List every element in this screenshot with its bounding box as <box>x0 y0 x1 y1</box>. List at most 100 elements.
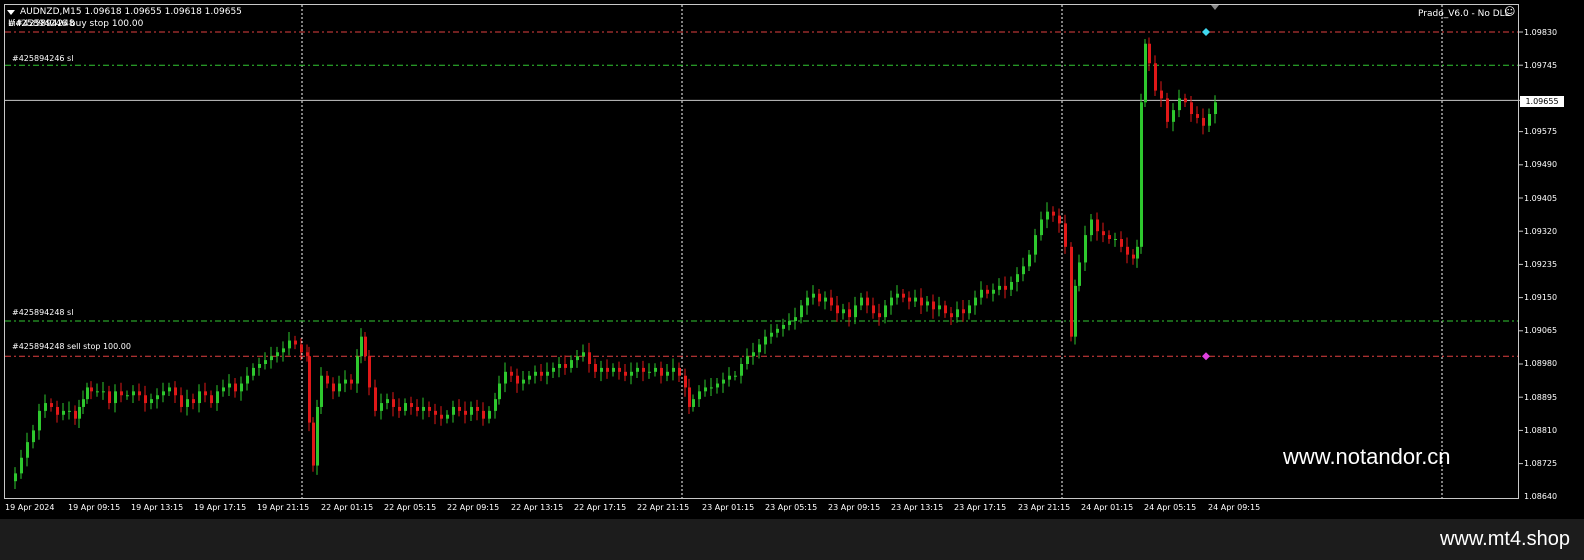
candle-body <box>588 352 591 364</box>
candle-body <box>1070 246 1073 337</box>
candle-body <box>138 391 141 396</box>
candle-body <box>1034 235 1037 255</box>
candle-body <box>1140 102 1143 247</box>
candle-body <box>234 383 237 392</box>
candle-body <box>410 403 413 407</box>
candle-body <box>1074 285 1077 337</box>
candle-body <box>14 473 17 482</box>
candle-body <box>422 406 425 411</box>
candle-body <box>132 391 135 396</box>
sell-stop-marker-icon <box>1202 352 1210 361</box>
dropdown-triangle-icon[interactable] <box>7 10 15 15</box>
candle-body <box>96 391 99 393</box>
candle-body <box>44 403 47 411</box>
candle-body <box>992 289 995 294</box>
candle-body <box>986 289 989 294</box>
candle-body <box>672 367 675 372</box>
candle-body <box>74 410 77 419</box>
candle-body <box>962 309 965 314</box>
candle-body <box>120 391 123 396</box>
candle-body <box>740 364 743 376</box>
candle-body <box>1126 246 1129 255</box>
candle-body <box>612 367 615 372</box>
price-tick: 1.09575 <box>1524 127 1558 136</box>
candle-body <box>186 399 189 407</box>
price-tick: 1.09235 <box>1524 260 1558 269</box>
candle-body <box>246 375 249 384</box>
time-tick: 22 Apr 01:15 <box>321 503 374 512</box>
price-tick: 1.09405 <box>1524 194 1558 203</box>
candle-body <box>210 395 213 404</box>
candle-body <box>440 414 443 419</box>
candle-body <box>782 324 785 329</box>
time-tick: 23 Apr 05:15 <box>765 503 818 512</box>
candle-body <box>914 297 917 302</box>
candle-body <box>1132 254 1135 259</box>
candle-body <box>600 367 603 372</box>
candle-body <box>1108 235 1111 240</box>
time-tick: 22 Apr 05:15 <box>384 503 437 512</box>
candle-body <box>812 293 815 298</box>
candle-body <box>32 430 35 443</box>
candle-body <box>1172 110 1175 122</box>
candle-body <box>360 336 363 357</box>
candle-body <box>606 367 609 372</box>
candle-body <box>300 344 303 353</box>
candle-body <box>78 406 81 419</box>
candle-body <box>764 336 767 345</box>
candle-body <box>1052 211 1055 216</box>
candle-body <box>1114 239 1117 241</box>
time-tick: 23 Apr 17:15 <box>954 503 1007 512</box>
candle-body <box>20 457 23 474</box>
candle-body <box>908 297 911 302</box>
candle-body <box>522 379 525 384</box>
time-tick: 23 Apr 13:15 <box>891 503 944 512</box>
candle-body <box>1160 90 1163 99</box>
candle-body <box>534 371 537 376</box>
candle-body <box>68 410 71 412</box>
candle-body <box>746 356 749 364</box>
price-tick: 1.08895 <box>1524 393 1558 402</box>
candle-body <box>938 305 941 310</box>
chart-window[interactable]: AUDNZD,M15 1.09618 1.09655 1.09618 1.096… <box>0 0 1584 519</box>
candle-body <box>980 289 983 298</box>
candle-body <box>82 399 85 407</box>
candle-body <box>624 371 627 376</box>
candle-body <box>884 305 887 318</box>
candle-body <box>866 297 869 306</box>
price-tick: 1.09745 <box>1524 61 1558 70</box>
candle-body <box>896 293 899 298</box>
chart-canvas[interactable] <box>0 0 1584 519</box>
price-tick: 1.09065 <box>1524 326 1558 335</box>
candle-body <box>50 403 53 407</box>
price-tick: 1.08725 <box>1524 459 1558 468</box>
candle-body <box>902 293 905 298</box>
candle-body <box>86 387 89 400</box>
price-tick: 1.08980 <box>1524 359 1558 368</box>
watermark-text: www.notandor.cn <box>1283 444 1451 469</box>
footer-brand: www.mt4.shop <box>1439 528 1570 550</box>
candle-body <box>848 309 851 318</box>
candle-body <box>204 391 207 396</box>
time-tick: 24 Apr 09:15 <box>1208 503 1261 512</box>
candle-body <box>144 395 147 404</box>
candle-body <box>392 399 395 407</box>
candle-body <box>654 367 657 372</box>
candle-body <box>452 406 455 415</box>
candle-body <box>374 387 377 411</box>
candle-body <box>416 406 419 411</box>
candle-body <box>558 364 561 368</box>
candle-body <box>1078 262 1081 286</box>
candle-body <box>998 285 1001 290</box>
time-tick: 19 Apr 2024 <box>5 503 55 512</box>
candle-body <box>944 305 947 314</box>
candle-body <box>1202 117 1205 126</box>
candle-body <box>618 367 621 372</box>
scroll-marker-icon <box>1211 5 1219 10</box>
candle-body <box>108 391 111 404</box>
candle-body <box>356 356 359 384</box>
candle-body <box>688 387 691 407</box>
candle-body <box>582 352 585 357</box>
candle-body <box>1016 274 1019 282</box>
candle-body <box>594 364 597 372</box>
